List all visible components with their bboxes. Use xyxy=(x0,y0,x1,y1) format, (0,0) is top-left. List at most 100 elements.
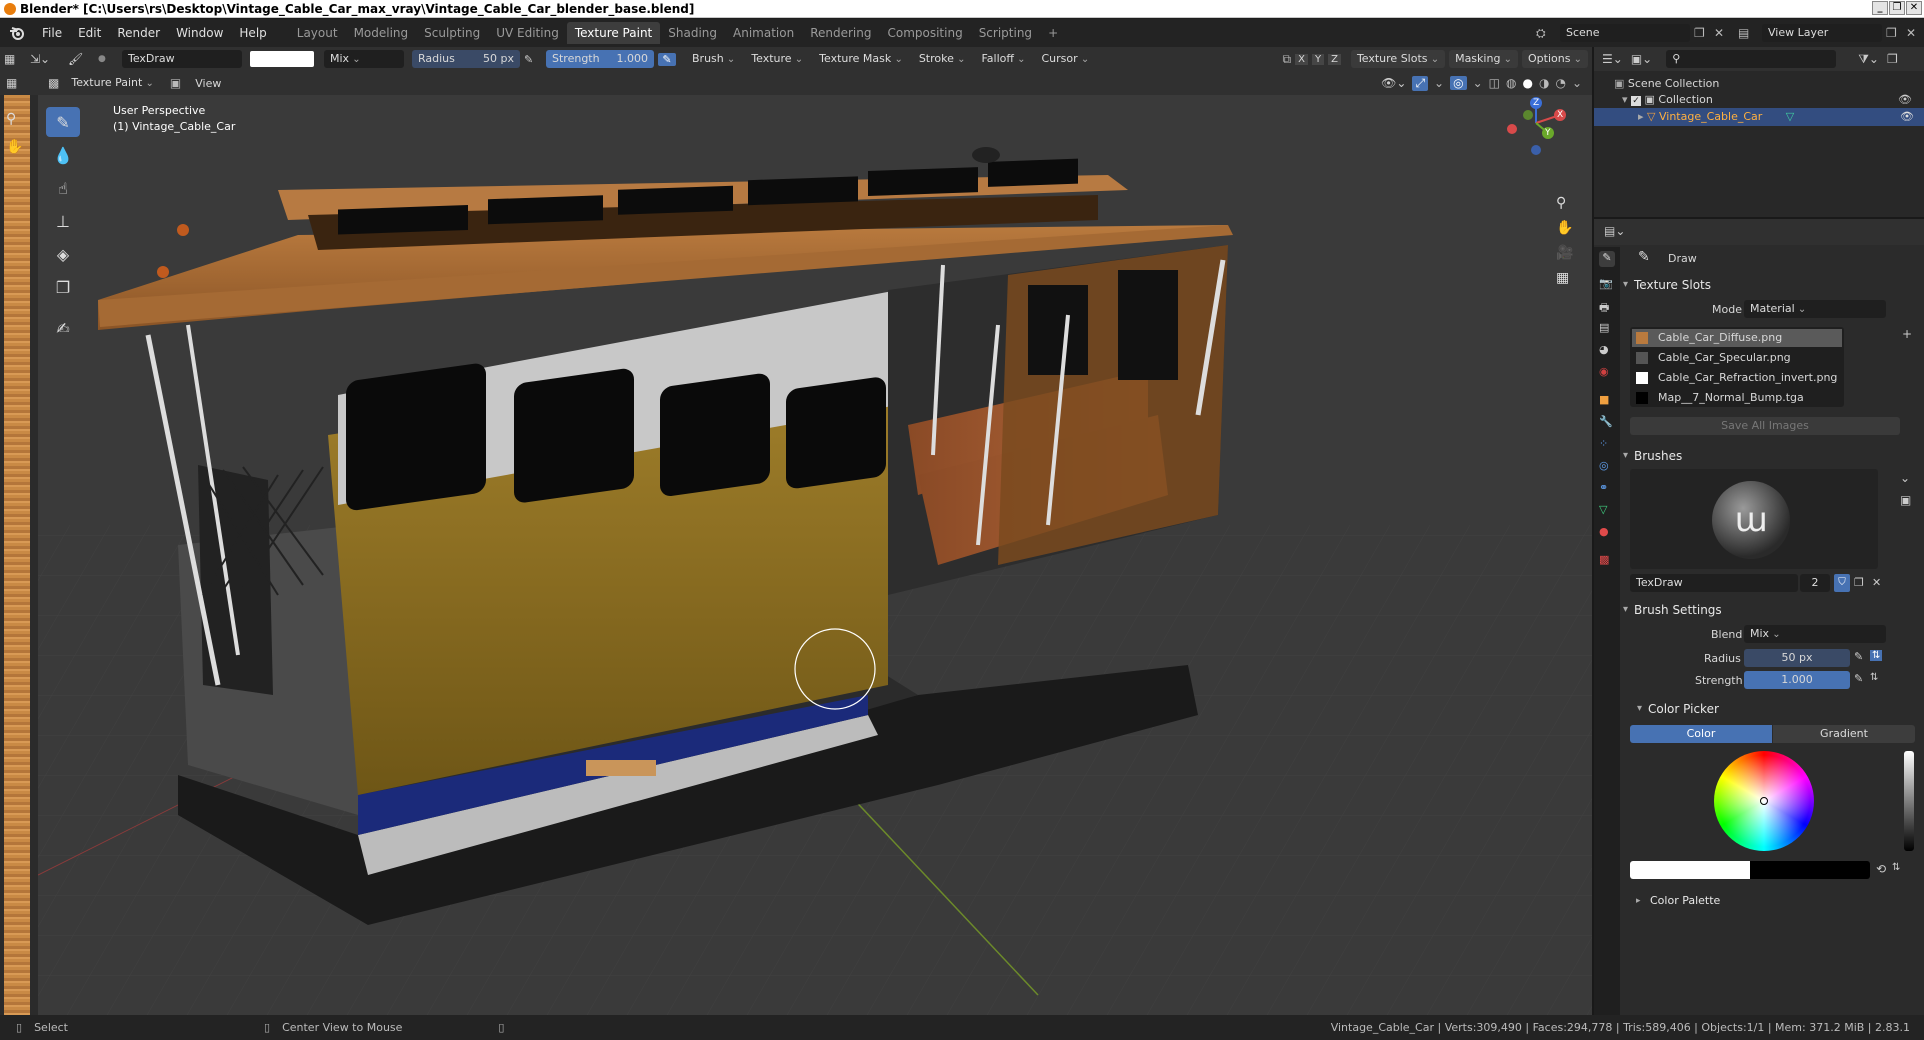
tab-animation[interactable]: Animation xyxy=(725,22,802,44)
current-color-swatch[interactable] xyxy=(1630,861,1750,879)
maximize-button[interactable]: ❐ xyxy=(1889,1,1905,15)
strength-option-icon[interactable]: ⇅ xyxy=(1870,672,1878,683)
remove-scene-icon[interactable]: ✕ xyxy=(1714,26,1738,40)
menu-help[interactable]: Help xyxy=(231,26,274,40)
menu-window[interactable]: Window xyxy=(168,26,231,40)
strength-pressure-icon[interactable]: ✎ xyxy=(658,52,676,66)
blend-mode-dropdown[interactable]: Mix xyxy=(324,50,404,68)
3d-viewport[interactable]: User Perspective (1) Vintage_Cable_Car Z… xyxy=(38,95,1592,1015)
smear-tool-button[interactable]: ☝ xyxy=(46,173,80,203)
texture-slot-item[interactable]: Cable_Car_Diffuse.png xyxy=(1632,329,1842,347)
scene-selector[interactable]: Scene xyxy=(1560,24,1690,42)
texture-slot-item[interactable]: Cable_Car_Refraction_invert.png xyxy=(1632,369,1842,387)
texture-mask-menu[interactable]: Texture Mask xyxy=(813,50,909,68)
view-layer-selector[interactable]: View Layer xyxy=(1762,24,1882,42)
color-pressure-icon[interactable]: ⇅ xyxy=(1892,862,1900,873)
texture-slot-item[interactable]: Cable_Car_Specular.png xyxy=(1632,349,1842,367)
brush-preview[interactable]: ɯ xyxy=(1630,469,1878,569)
shading-options-icon[interactable]: ⌄ xyxy=(1572,76,1582,90)
visibility-icon[interactable]: 👁⌄ xyxy=(1381,76,1406,90)
blend-dropdown[interactable]: Mix xyxy=(1744,625,1886,643)
falloff-menu[interactable]: Falloff xyxy=(975,50,1031,68)
texture-slots-menu[interactable]: Texture Slots xyxy=(1350,50,1446,68)
radius-field[interactable]: 50 px xyxy=(1744,649,1850,667)
menu-render[interactable]: Render xyxy=(109,26,168,40)
swap-colors-icon[interactable]: ⟲ xyxy=(1876,862,1886,876)
data-tab-icon[interactable]: ▽ xyxy=(1599,503,1615,519)
new-view-layer-icon[interactable]: ❐ xyxy=(1886,26,1906,40)
gizmo-toggle-icon[interactable]: ⤢ xyxy=(1412,75,1429,91)
transform-icon[interactable]: ⇲⌄ xyxy=(30,52,64,66)
outliner-row-object[interactable]: ▸ ▽ Vintage_Cable_Car ▽ 👁 xyxy=(1594,108,1924,126)
solid-shading-icon[interactable]: ● xyxy=(1522,76,1532,90)
brushes-panel-header[interactable]: Brushes xyxy=(1620,445,1924,467)
world-tab-icon[interactable]: ◉ xyxy=(1599,365,1615,381)
new-collection-icon[interactable]: ❐ xyxy=(1887,52,1898,66)
brush-color-swatch[interactable] xyxy=(250,51,314,67)
outliner-editor-icon[interactable]: ☰⌄ xyxy=(1602,52,1623,66)
menu-file[interactable]: File xyxy=(34,26,70,40)
constraints-tab-icon[interactable]: ⚭ xyxy=(1599,481,1615,497)
color-picker-panel-header[interactable]: Color Picker xyxy=(1634,698,1924,720)
strength-slider[interactable]: Strength 1.000 xyxy=(546,50,654,68)
duplicate-brush-icon[interactable]: ❐ xyxy=(1854,576,1864,589)
mode-dropdown[interactable]: Material xyxy=(1744,300,1886,318)
texture-menu[interactable]: Texture xyxy=(745,50,809,68)
strength-field[interactable]: 1.000 xyxy=(1744,671,1850,689)
tab-sculpting[interactable]: Sculpting xyxy=(416,22,488,44)
soften-tool-button[interactable]: 💧 xyxy=(46,140,80,170)
material-shading-icon[interactable]: ◑ xyxy=(1539,76,1549,90)
remove-view-layer-icon[interactable]: ✕ xyxy=(1906,26,1924,40)
properties-editor-icon[interactable]: ▤⌄ xyxy=(1604,224,1625,238)
collection-visibility-icon[interactable]: 👁 xyxy=(1898,93,1912,106)
rendered-shading-icon[interactable]: ◔ xyxy=(1555,76,1565,90)
fake-user-icon[interactable]: ⛉ xyxy=(1834,574,1850,592)
editor-type-icon[interactable]: ▦ xyxy=(4,52,26,66)
camera-view-icon[interactable]: 🎥 xyxy=(1556,245,1573,261)
radius-pressure-toggle-icon[interactable]: ✎ xyxy=(1854,650,1863,663)
output-tab-icon[interactable]: 🖶 xyxy=(1599,299,1615,315)
options-menu[interactable]: Options xyxy=(1521,50,1588,68)
mask-tool-button[interactable]: ❐ xyxy=(46,272,80,302)
collection-checkbox[interactable]: ✓ xyxy=(1631,96,1642,106)
pan-icon[interactable]: ✋ xyxy=(6,139,23,155)
secondary-color-swatch[interactable] xyxy=(1750,861,1870,879)
filter-icon[interactable]: ⧩⌄ xyxy=(1858,52,1879,67)
view-layer-icon[interactable]: ▤ xyxy=(1738,26,1762,40)
view-menu[interactable]: View xyxy=(195,77,221,90)
symmetry-icon[interactable]: ⧉ xyxy=(1283,52,1292,67)
tab-texture-paint[interactable]: Texture Paint xyxy=(566,22,661,44)
object-tab-icon[interactable]: ■ xyxy=(1599,393,1615,409)
gradient-tab[interactable]: Gradient xyxy=(1773,725,1915,743)
menu-edit[interactable]: Edit xyxy=(70,26,109,40)
mode-dropdown[interactable]: Texture Paint xyxy=(65,74,160,92)
material-tab-icon[interactable]: ● xyxy=(1599,525,1615,541)
editor-type-icon-2[interactable]: ▦ xyxy=(6,76,42,90)
object-visibility-icon[interactable]: 👁 xyxy=(1900,108,1914,126)
minimize-button[interactable]: _ xyxy=(1872,1,1888,15)
radius-pressure-icon[interactable]: ✎ xyxy=(524,53,540,66)
view-layer-tab-icon[interactable]: ▤ xyxy=(1599,321,1615,337)
render-tab-icon[interactable]: 📷 xyxy=(1599,277,1615,293)
add-slot-icon[interactable]: + xyxy=(1902,327,1912,341)
clone-tool-button[interactable]: ⊥ xyxy=(46,206,80,236)
masking-menu[interactable]: Masking xyxy=(1449,50,1518,68)
add-workspace-icon[interactable]: + xyxy=(1040,22,1066,44)
modifier-tab-icon[interactable]: 🔧 xyxy=(1599,415,1615,431)
outliner-search-input[interactable]: ⚲ xyxy=(1666,50,1837,68)
value-slider[interactable] xyxy=(1904,751,1914,851)
axis-y-toggle[interactable]: Y xyxy=(1311,53,1325,65)
brush-browse-icon[interactable]: ⌄ xyxy=(1900,471,1910,485)
brush-image-icon[interactable]: ▣ xyxy=(1900,493,1911,507)
outliner-row-collection[interactable]: ▾ ✓ ▣ Collection 👁 xyxy=(1622,93,1922,106)
particles-tab-icon[interactable]: ⁘ xyxy=(1599,437,1615,453)
texture-slot-item[interactable]: Map__7_Normal_Bump.tga xyxy=(1632,389,1842,407)
blender-menu-icon[interactable] xyxy=(6,22,28,44)
overlay-toggle-icon[interactable]: ◎ xyxy=(1450,76,1467,90)
tab-layout[interactable]: Layout xyxy=(289,22,346,44)
tab-shading[interactable]: Shading xyxy=(660,22,725,44)
strength-pressure-toggle-icon[interactable]: ✎ xyxy=(1854,672,1863,685)
brush-settings-panel-header[interactable]: Brush Settings xyxy=(1620,599,1924,621)
new-scene-icon[interactable]: ❐ xyxy=(1694,26,1714,40)
physics-tab-icon[interactable]: ◎ xyxy=(1599,459,1615,475)
